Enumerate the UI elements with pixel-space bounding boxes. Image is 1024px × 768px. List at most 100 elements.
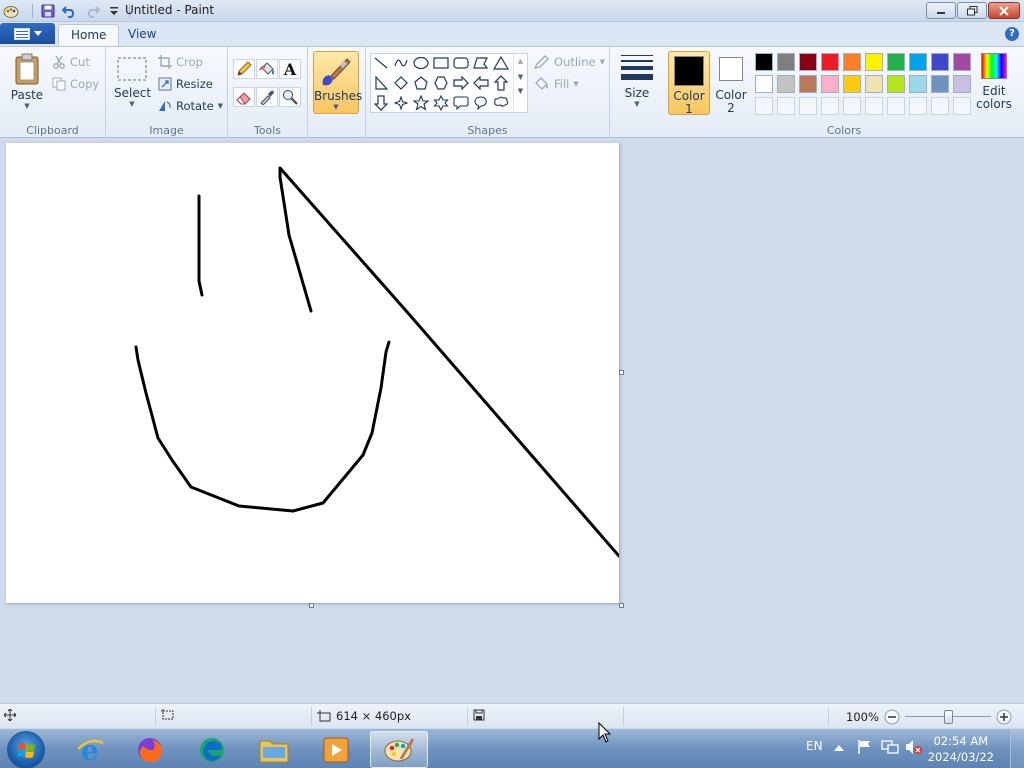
zoom-level: 100%	[846, 710, 879, 724]
fill-tool[interactable]	[256, 59, 278, 79]
taskbar-edge[interactable]	[185, 731, 239, 768]
firefox-icon	[138, 737, 162, 762]
tools-group-label: Tools	[253, 124, 282, 137]
rotate-icon	[159, 101, 171, 111]
media-player-icon	[323, 737, 349, 762]
tab-view[interactable]: View	[116, 24, 168, 46]
rotate-dropdown-caret[interactable]: ▼	[218, 102, 223, 110]
select-button[interactable]: Select ▼	[114, 55, 151, 108]
image-dimensions-label: 614 × 460px	[336, 709, 411, 723]
crop-button[interactable]: Crop	[158, 53, 203, 71]
title-bar: Untitled - Paint	[0, 0, 1024, 22]
pencil-icon	[237, 61, 252, 76]
help-icon[interactable]: ?	[1005, 27, 1019, 41]
svg-text:e: e	[81, 735, 99, 765]
edge-icon	[200, 737, 224, 762]
zoom-out-icon[interactable]	[884, 709, 900, 725]
zoom-slider[interactable]	[904, 709, 991, 725]
color-picker-tool[interactable]	[256, 87, 278, 107]
taskbar-media-player[interactable]	[309, 731, 363, 768]
select-rectangle-icon	[117, 57, 147, 81]
zoom-slider-thumb[interactable]	[943, 710, 953, 724]
taskbar-firefox[interactable]	[123, 731, 177, 768]
canvas-resize-handle-corner[interactable]	[619, 603, 624, 608]
eraser-tool[interactable]	[233, 87, 255, 107]
zoom-controls: 100%	[846, 709, 1012, 725]
taskbar: e EN 02:54 AM 2024/03/22	[0, 728, 1024, 768]
undo-icon[interactable]	[61, 2, 79, 20]
customize-qat-icon[interactable]	[105, 2, 123, 20]
clipboard-group: Paste ▼ Cut Copy Clipboard	[0, 47, 106, 139]
status-bar: 614 × 460px 100%	[0, 703, 1024, 728]
drawing-canvas[interactable]	[6, 143, 619, 603]
canvas-resize-handle-right[interactable]	[619, 370, 624, 375]
resize-button[interactable]: Resize	[158, 75, 213, 93]
volume-muted-icon[interactable]	[905, 739, 923, 758]
window-title: Untitled - Paint	[125, 3, 215, 17]
paint-palette-icon	[384, 737, 415, 761]
crop-label: Crop	[176, 55, 203, 69]
cursor-position	[4, 709, 16, 721]
image-group-label: Image	[149, 124, 184, 137]
image-group: Select ▼ Crop Resize Rotate ▼ Image	[106, 47, 228, 139]
clock-date: 2024/03/22	[927, 750, 994, 764]
folder-icon	[259, 740, 289, 762]
start-button[interactable]	[7, 731, 45, 768]
eyedropper-icon	[260, 90, 274, 105]
redo-icon[interactable]	[83, 2, 101, 20]
clock-time: 02:54 AM	[933, 734, 989, 748]
action-center-flag-icon[interactable]	[857, 739, 873, 758]
clock[interactable]: 02:54 AM 2024/03/22	[928, 733, 994, 765]
size-button[interactable]: Size ▼	[618, 53, 656, 108]
colors-group-label: Colors	[826, 124, 862, 137]
canvas-resize-handle-bottom[interactable]	[309, 603, 314, 608]
zoom-in-icon[interactable]	[996, 709, 1012, 725]
stroke-short-vertical	[197, 194, 204, 297]
minimize-button[interactable]	[926, 2, 956, 19]
taskbar-internet-explorer[interactable]: e	[63, 731, 117, 768]
restore-button[interactable]	[957, 2, 987, 19]
tab-home[interactable]: Home	[58, 24, 120, 46]
shapes-group-label: Shapes	[467, 124, 508, 137]
text-tool[interactable]: A	[279, 59, 301, 79]
paste-label: Paste	[10, 88, 44, 102]
taskbar-paint[interactable]	[370, 731, 428, 768]
paint-app-icon[interactable]	[3, 3, 19, 19]
magnifier-icon	[283, 90, 298, 105]
show-desktop-button[interactable]	[1010, 729, 1024, 768]
rotate-button[interactable]: Rotate ▼	[158, 97, 223, 115]
canvas-workspace[interactable]	[0, 138, 1024, 703]
image-size-icon	[317, 710, 331, 722]
pencil-tool[interactable]	[233, 59, 255, 79]
save-icon[interactable]	[39, 2, 57, 20]
copy-icon	[52, 77, 66, 91]
ribbon: Paste ▼ Cut Copy Clipboard Select ▼ Crop…	[0, 46, 1024, 139]
text-icon: A	[283, 59, 297, 79]
taskbar-file-explorer[interactable]	[247, 731, 301, 768]
resize-icon	[158, 77, 172, 91]
network-icon[interactable]	[881, 739, 899, 758]
select-dropdown-caret[interactable]: ▼	[114, 100, 150, 108]
selection-size-icon	[161, 709, 174, 720]
paste-button[interactable]: Paste ▼	[8, 53, 46, 110]
show-hidden-icons-icon[interactable]	[834, 741, 844, 755]
close-button[interactable]	[988, 2, 1020, 19]
move-cursor-icon	[4, 709, 16, 721]
internet-explorer-icon: e	[77, 735, 104, 765]
colors-group: Colors	[664, 47, 1024, 139]
size-label: Size	[624, 86, 650, 100]
windows-logo-icon	[17, 743, 35, 758]
scissors-icon	[53, 55, 65, 69]
size-group: Size ▼	[610, 47, 664, 139]
paint-menu-button[interactable]	[0, 23, 55, 44]
language-indicator[interactable]: EN	[806, 739, 823, 753]
paste-icon	[15, 53, 39, 85]
disk-icon	[473, 709, 485, 721]
eraser-icon	[236, 92, 251, 105]
cut-button[interactable]: Cut	[52, 53, 90, 71]
copy-button[interactable]: Copy	[52, 75, 99, 93]
clipboard-group-label: Clipboard	[26, 124, 79, 137]
paste-dropdown-caret[interactable]: ▼	[8, 102, 46, 110]
file-size	[473, 709, 485, 721]
magnifier-tool[interactable]	[279, 87, 301, 107]
